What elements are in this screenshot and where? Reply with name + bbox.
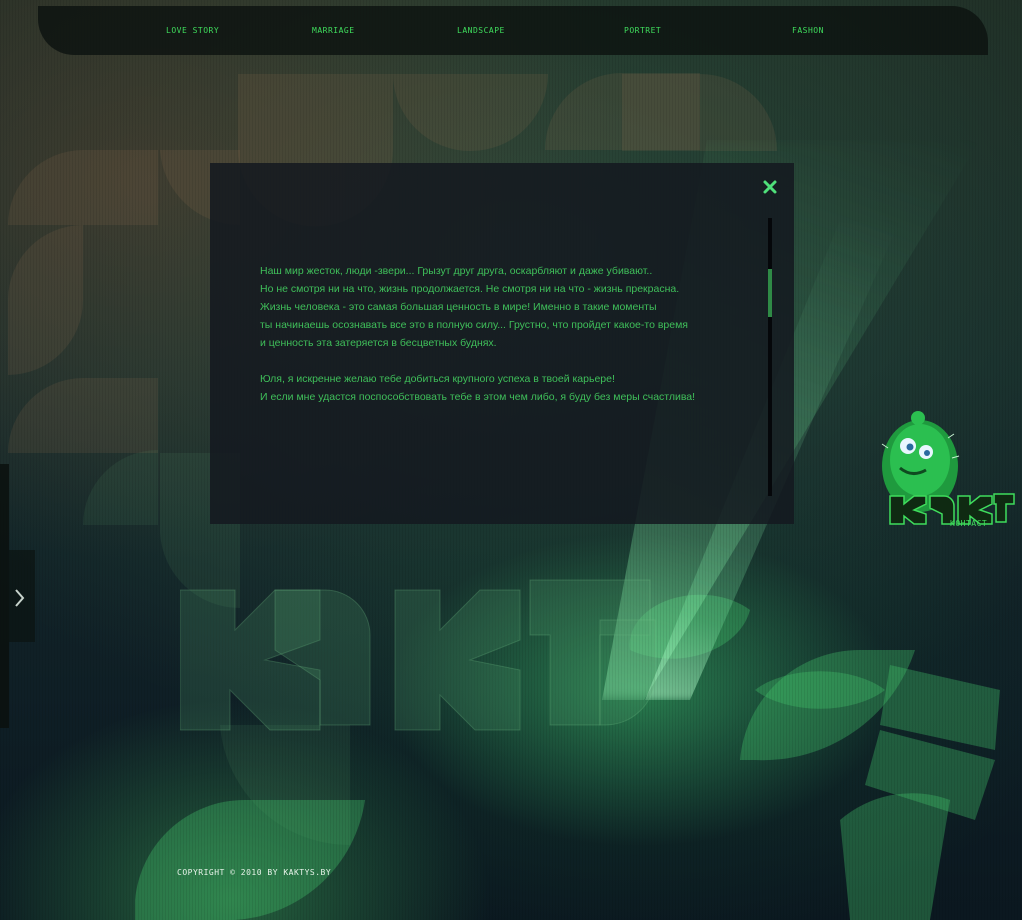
contact-link[interactable]: KOHTACT — [950, 519, 987, 528]
nav-item-portret[interactable]: PORTRET — [624, 26, 661, 35]
panel-text: Наш мир жесток, люди -звери... Грызут др… — [260, 262, 760, 406]
text-line: Наш мир жесток, люди -звери... Грызут др… — [260, 265, 653, 277]
nav-item-love-story[interactable]: LOVE STORY — [166, 26, 219, 35]
text-line: Но не смотря ни на что, жизнь продолжает… — [260, 283, 680, 295]
next-arrow-button[interactable] — [12, 585, 28, 611]
page: LOVE STORY MARRIAGE LANDSCAPE PORTRET FA… — [0, 0, 1022, 920]
scrollbar-thumb[interactable] — [768, 269, 772, 317]
copyright-text: COPYRIGHT © 2010 BY KAKTYS.BY — [177, 868, 332, 877]
cactus-mascot-icon — [881, 411, 1015, 525]
text-line: ты начинаешь осознавать все это в полную… — [260, 319, 688, 331]
background-logo-shapes — [179, 579, 656, 731]
text-line: Жизнь человека - это самая большая ценно… — [260, 301, 657, 313]
chevron-right-icon — [15, 589, 25, 607]
close-icon — [763, 180, 777, 194]
text-line: И если мне удастся поспособствовать тебе… — [260, 391, 696, 403]
scrollbar-track[interactable] — [768, 218, 772, 496]
close-button[interactable] — [761, 178, 779, 196]
nav-item-marriage[interactable]: MARRIAGE — [312, 26, 355, 35]
content-panel: Наш мир жесток, люди -звери... Грызут др… — [210, 163, 794, 524]
nav-item-landscape[interactable]: LANDSCAPE — [457, 26, 505, 35]
text-line: и ценность эта затеряется в бесцветных б… — [260, 337, 497, 349]
main-navigation: LOVE STORY MARRIAGE LANDSCAPE PORTRET FA… — [38, 6, 988, 55]
side-panel-tab — [0, 464, 35, 728]
background-logo-word — [179, 560, 700, 744]
text-line: Юля, я искренне желаю тебе добиться круп… — [260, 373, 615, 385]
kaktys-logo[interactable] — [878, 408, 1018, 533]
nav-item-fashon[interactable]: FASHON — [792, 26, 824, 35]
